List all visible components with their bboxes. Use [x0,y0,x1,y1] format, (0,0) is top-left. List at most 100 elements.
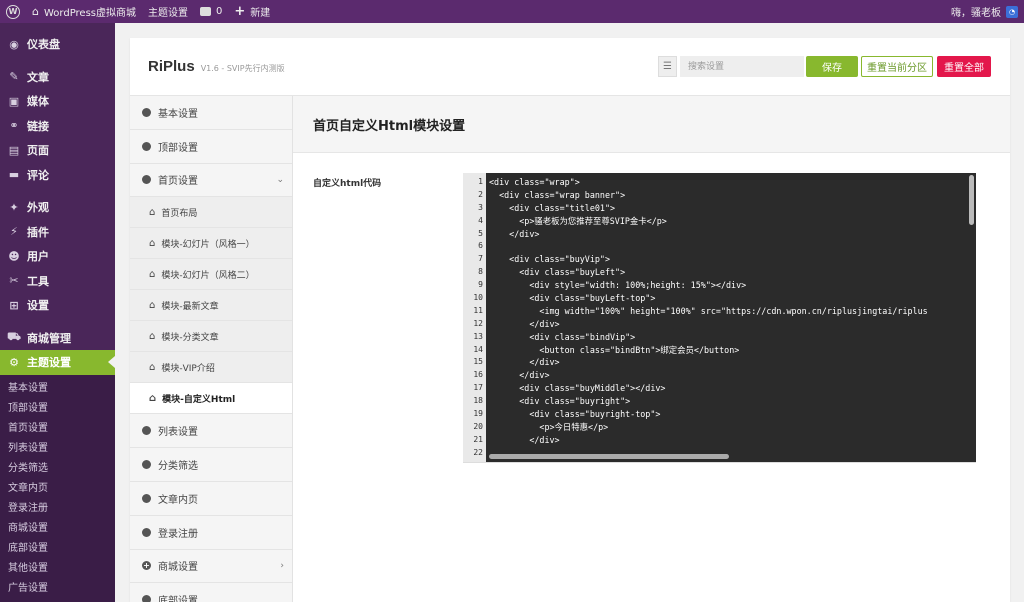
menu-label: 文章 [27,70,49,84]
settings-icon: ⊞ [9,298,19,312]
line-number: 17 [473,383,483,393]
theme-settings-label: 主题设置 [148,8,189,19]
brand-version: V1.6 - SVIP先行内测版 [200,64,285,73]
site-name-link[interactable]: ⌂ WordPress虚拟商城 [26,0,142,23]
my-account-link[interactable]: 嗨，骚老板 ◔ [945,0,1024,23]
wordpress-logo-icon[interactable]: W [0,0,26,23]
code-editor[interactable]: 1 2 3 4 5 6 7 8 9 10 11 12 13 14 15 16 17 18 19 20 21 22 <div… [463,173,976,463]
code-line: <img width="100%" height="100%" src="htt… [489,305,928,316]
menu-item-theme-settings[interactable]: ⚙ 主题设置 [0,350,115,375]
submenu-item[interactable]: 顶部设置 [0,399,115,419]
nav-label: 列表设置 [158,427,198,439]
submenu-item[interactable]: 首页设置 [0,419,115,439]
page-icon: ▤ [8,143,20,157]
nav-subitem[interactable]: ⌂ 模块-分类文章 [130,321,292,353]
reset-section-button[interactable]: 重置当前分区 [861,56,933,77]
line-number: 10 [473,293,483,303]
submenu-item[interactable]: 底部设置 [0,539,115,559]
nav-subitem[interactable]: ⌂ 模块-最新文章 [130,290,292,322]
chevron-right-icon: › [280,560,284,571]
menu-item-pages[interactable]: ▤ 页面 [0,138,115,163]
menu-item-appearance[interactable]: ✦ 外观 [0,195,115,220]
section-title: 首页自定义Html模块设置 [293,96,1010,153]
plugin-icon: ⚡ [10,225,18,239]
submenu-item[interactable]: 商城设置 [0,519,115,539]
dot-icon [142,141,151,151]
nav-sub-label: 首页布局 [161,208,198,219]
nav-item-login[interactable]: 登录注册 [130,516,292,550]
expand-all-icon[interactable]: ☰ [658,56,677,77]
nav-subitem[interactable]: ⌂ 首页布局 [130,197,292,229]
code-line: <p>今日特惠</p> [489,421,609,432]
line-number-gutter: 1 2 3 4 5 6 7 8 9 10 11 12 13 14 15 16 17 18 19 20 21 22 [463,173,486,462]
nav-sub-label: 模块-幻灯片（风格一） [161,239,255,250]
home-icon: ⌂ [149,237,156,249]
code-lines[interactable]: <div class="wrap"> <div class="wrap bann… [489,176,976,460]
comments-link[interactable]: 0 [194,0,228,23]
dot-icon [142,107,151,117]
submenu-item[interactable]: 其他设置 [0,559,115,579]
submenu-item[interactable]: 列表设置 [0,439,115,459]
menu-item-shop[interactable]: ⛟ 商城管理 [0,326,115,351]
nav-item-home[interactable]: 首页设置 ⌄ [130,164,292,198]
code-line: <div class="buyVip"> [489,254,611,265]
nav-label: 顶部设置 [158,142,198,154]
code-line: <div class="title01"> [489,202,616,213]
code-line: </div> [489,318,560,329]
line-number: 2 [478,189,483,199]
nav-item-basic[interactable]: 基本设置 [130,96,292,130]
save-button[interactable]: 保存 [806,56,858,77]
theme-settings-link[interactable]: 主题设置 [142,0,194,23]
new-content-link[interactable]: + 新建 [228,0,276,23]
link-icon: ⚭ [9,119,19,133]
plus-circle-icon: + [142,561,151,571]
menu-item-users[interactable]: ☻ 用户 [0,244,115,269]
nav-item-article[interactable]: 文章内页 [130,482,292,516]
nav-sub-label: 模块-最新文章 [161,301,219,312]
nav-subitem[interactable]: ⌂ 模块-幻灯片（风格一） [130,228,292,260]
line-number: 12 [473,318,483,328]
nav-subitem[interactable]: ⌂ 模块-幻灯片（风格二） [130,259,292,291]
menu-item-posts[interactable]: ✎ 文章 [0,65,115,90]
nav-item-footer[interactable]: 底部设置 [130,583,292,602]
search-input[interactable] [680,56,804,77]
plus-icon: + [234,4,246,19]
nav-label: 基本设置 [158,108,198,120]
pin-icon: ✎ [9,70,19,84]
reset-all-button[interactable]: 重置全部 [937,56,991,77]
menu-item-media[interactable]: ▣ 媒体 [0,89,115,114]
nav-item-filter[interactable]: 分类筛选 [130,448,292,482]
nav-item-top[interactable]: 顶部设置 [130,130,292,164]
menu-item-dashboard[interactable]: ◉ 仪表盘 [0,32,115,57]
menu-label: 链接 [27,119,49,133]
settings-panel: RiPlus V1.6 - SVIP先行内测版 ☰ 保存 重置当前分区 重置全部… [130,38,1010,602]
submenu-item[interactable]: 登录注册 [0,499,115,519]
nav-item-shop[interactable]: + 商城设置 › [130,550,292,584]
menu-item-comments[interactable]: ▬ 评论 [0,163,115,188]
settings-content: 首页自定义Html模块设置 自定义html代码 1 2 3 4 5 6 7 8 9 10 11 12 1… [293,96,1010,602]
menu-label: 评论 [27,168,49,182]
menu-item-settings[interactable]: ⊞ 设置 [0,293,115,318]
line-number: 20 [473,421,483,431]
panel-header: RiPlus V1.6 - SVIP先行内测版 ☰ 保存 重置当前分区 重置全部 [130,38,1010,96]
menu-item-links[interactable]: ⚭ 链接 [0,114,115,139]
nav-item-list[interactable]: 列表设置 [130,414,292,449]
line-number: 21 [473,434,483,444]
nav-subitem-active[interactable]: ⌂ 模块-自定义Html [130,383,292,415]
nav-subitem[interactable]: ⌂ 模块-VIP介绍 [130,352,292,384]
menu-item-tools[interactable]: ✂ 工具 [0,269,115,294]
code-line: <button class="bindBtn">绑定会员</button> [489,344,740,355]
submenu-item[interactable]: 分类筛选 [0,459,115,479]
menu-item-plugins[interactable]: ⚡ 插件 [0,220,115,245]
line-number: 16 [473,370,483,380]
submenu-item[interactable]: 广告设置 [0,579,115,599]
line-number: 11 [473,305,483,315]
line-number: 19 [473,409,483,419]
horizontal-scrollbar[interactable] [489,454,729,459]
submenu-item[interactable]: 基本设置 [0,379,115,399]
code-line: <div style="width: 100%;height: 15%"></d… [489,280,747,291]
vertical-scrollbar[interactable] [969,175,974,225]
dot-icon [142,595,151,602]
submenu-item[interactable]: 文章内页 [0,479,115,499]
gear-icon: ⚙ [9,355,19,369]
